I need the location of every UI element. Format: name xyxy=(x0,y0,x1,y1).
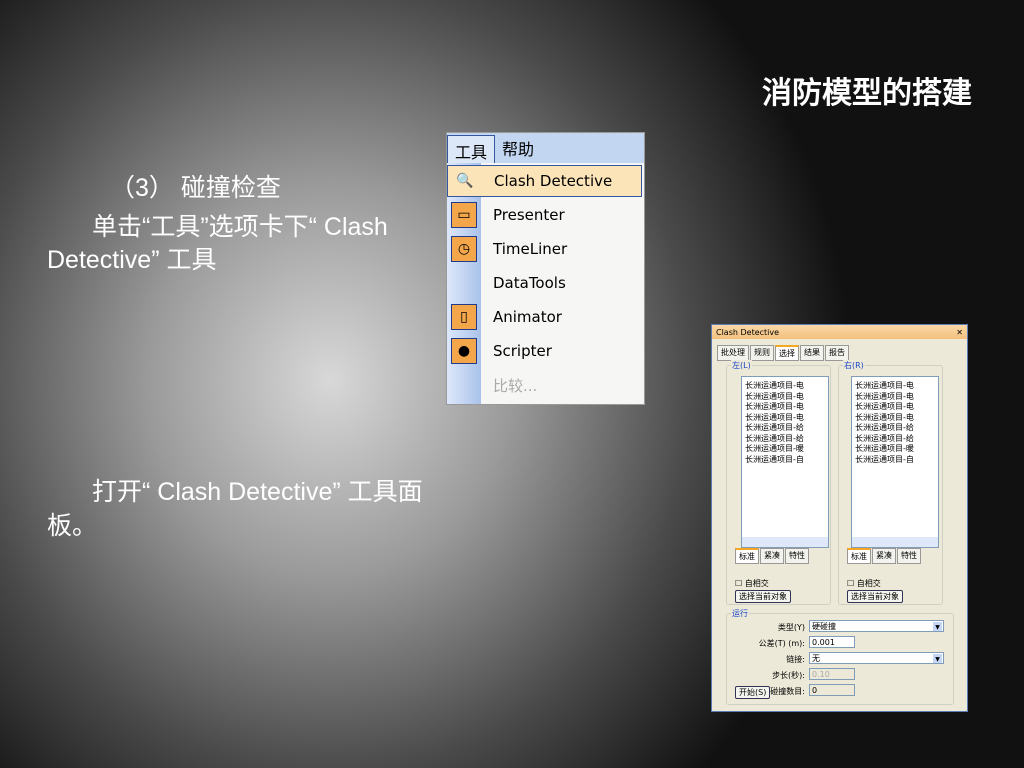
clash-count: 0 xyxy=(809,684,855,696)
panel-title: Clash Detective xyxy=(716,327,780,337)
right-tree[interactable]: 长洲运通项目-电 长洲运通项目-电 长洲运通项目-电 长洲运通项目-电 长洲运通项目-给… xyxy=(851,376,939,548)
menu-item-timeliner[interactable]: ◷ TimeLiner xyxy=(447,233,642,265)
subtab-compact[interactable]: 紧凑 xyxy=(760,548,784,564)
presenter-icon: ▭ xyxy=(451,202,477,228)
tab-report[interactable]: 报告 xyxy=(825,345,849,361)
para1-line2: Detective” 工具 xyxy=(47,246,217,274)
run-group: 运行 类型(Y) 硬碰撞 ▼ 公差(T) (m): 0.001 链接: 无 ▼ 步长… xyxy=(726,608,954,705)
start-button[interactable]: 开始(S) xyxy=(735,686,771,699)
tab-rules[interactable]: 规则 xyxy=(750,345,774,361)
subtab-standard[interactable]: 标准 xyxy=(847,548,871,564)
left-group: 左(L) 长洲运通项目-电 长洲运通项目-电 长洲运通项目-电 长洲运通项目-电 长洲运… xyxy=(726,360,831,605)
select-current-button[interactable]: 选择当前对象 xyxy=(735,590,791,603)
menu-item-clash-detective[interactable]: 🔍 Clash Detective xyxy=(447,165,642,197)
menu-item-scripter[interactable]: ● Scripter xyxy=(447,335,642,367)
animator-icon: ▯ xyxy=(451,304,477,330)
tab-results[interactable]: 结果 xyxy=(800,345,824,361)
para2-line1: 打开“ Clash Detective” 工具面 xyxy=(92,478,423,506)
horizontal-scrollbar[interactable] xyxy=(852,536,938,547)
menu-help[interactable]: 帮助 xyxy=(495,133,541,163)
step-heading: （3） 碰撞检查 xyxy=(110,174,281,202)
tab-select[interactable]: 选择 xyxy=(775,345,799,361)
tab-batch[interactable]: 批处理 xyxy=(717,345,749,361)
close-icon[interactable]: ✕ xyxy=(956,328,963,337)
tolerance-input[interactable]: 0.001 xyxy=(809,636,855,648)
select-current-button[interactable]: 选择当前对象 xyxy=(847,590,903,603)
para1-line1: 单击“工具”选项卡下“ Clash xyxy=(92,213,388,241)
menu-item-animator[interactable]: ▯ Animator xyxy=(447,301,642,333)
menu-item-compare: 比较... xyxy=(493,376,538,395)
step-input: 0.10 xyxy=(809,668,855,680)
right-group: 右(R) 长洲运通项目-电 长洲运通项目-电 长洲运通项目-电 长洲运通项目-电 长洲运… xyxy=(838,360,943,605)
self-intersect-checkbox[interactable]: ☐ 自相交 xyxy=(847,578,881,589)
subtab-properties[interactable]: 特性 xyxy=(785,548,809,564)
subtab-standard[interactable]: 标准 xyxy=(735,548,759,564)
clash-icon: 🔍 xyxy=(456,173,474,189)
subtab-properties[interactable]: 特性 xyxy=(897,548,921,564)
subtab-compact[interactable]: 紧凑 xyxy=(872,548,896,564)
slide-title: 消防模型的搭建 xyxy=(762,77,972,110)
menu-tools[interactable]: 工具 xyxy=(447,135,496,163)
link-select[interactable]: 无 ▼ xyxy=(809,652,944,664)
horizontal-scrollbar[interactable] xyxy=(742,536,828,547)
tools-menu-screenshot: 工具 帮助 🔍 Clash Detective ▭ Presenter ◷ TimeL… xyxy=(446,132,645,405)
left-tree[interactable]: 长洲运通项目-电 长洲运通项目-电 长洲运通项目-电 长洲运通项目-电 长洲运通项目-给… xyxy=(741,376,829,548)
menu-item-presenter[interactable]: ▭ Presenter xyxy=(447,199,642,231)
scripter-icon: ● xyxy=(451,338,477,364)
clock-icon: ◷ xyxy=(451,236,477,262)
type-select[interactable]: 硬碰撞 ▼ xyxy=(809,620,944,632)
menu-item-datatools[interactable]: DataTools xyxy=(447,267,642,299)
clash-detective-panel: Clash Detective ✕ 批处理 规则 选择 结果 报告 左(L) 长洲… xyxy=(711,324,968,712)
para2-line2: 板。 xyxy=(47,512,98,540)
self-intersect-checkbox[interactable]: ☐ 自相交 xyxy=(735,578,769,589)
